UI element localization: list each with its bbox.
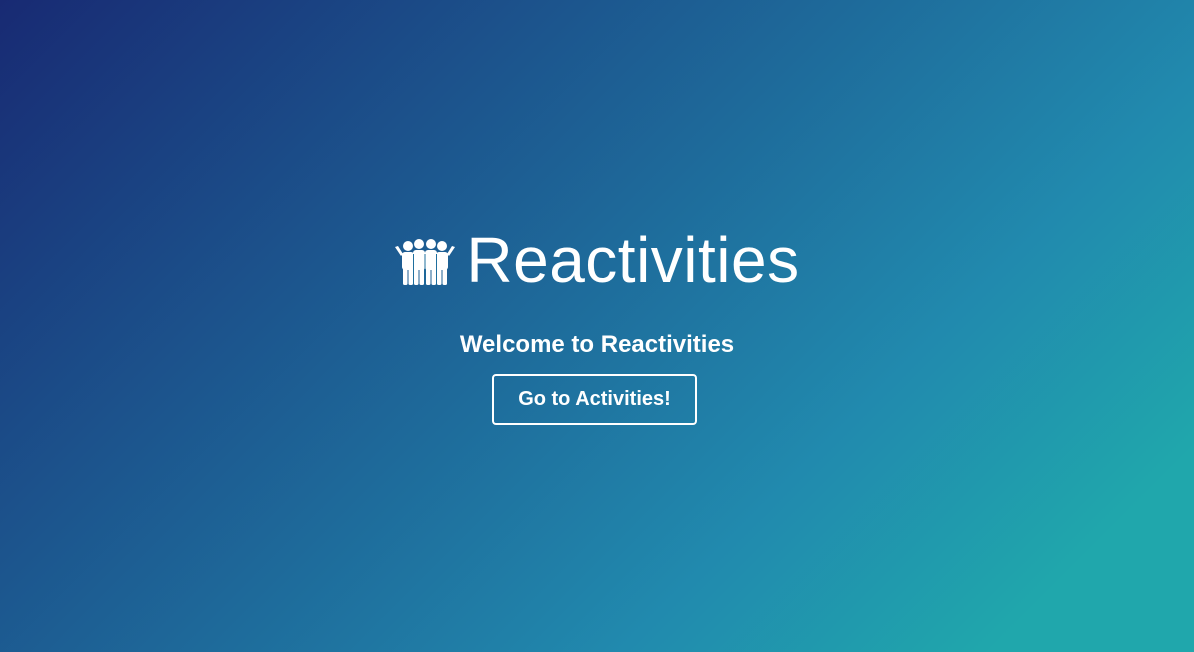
title-row: Reactivities xyxy=(0,222,1194,298)
go-to-activities-button[interactable]: Go to Activities! xyxy=(492,374,697,425)
masthead: Reactivities Welcome to Reactivities Go … xyxy=(0,0,1194,652)
masthead-content: Reactivities Welcome to Reactivities Go … xyxy=(0,0,1194,652)
welcome-heading: Welcome to Reactivities xyxy=(459,331,735,358)
app-title: Reactivities xyxy=(466,224,800,296)
users-group-icon xyxy=(395,239,456,285)
